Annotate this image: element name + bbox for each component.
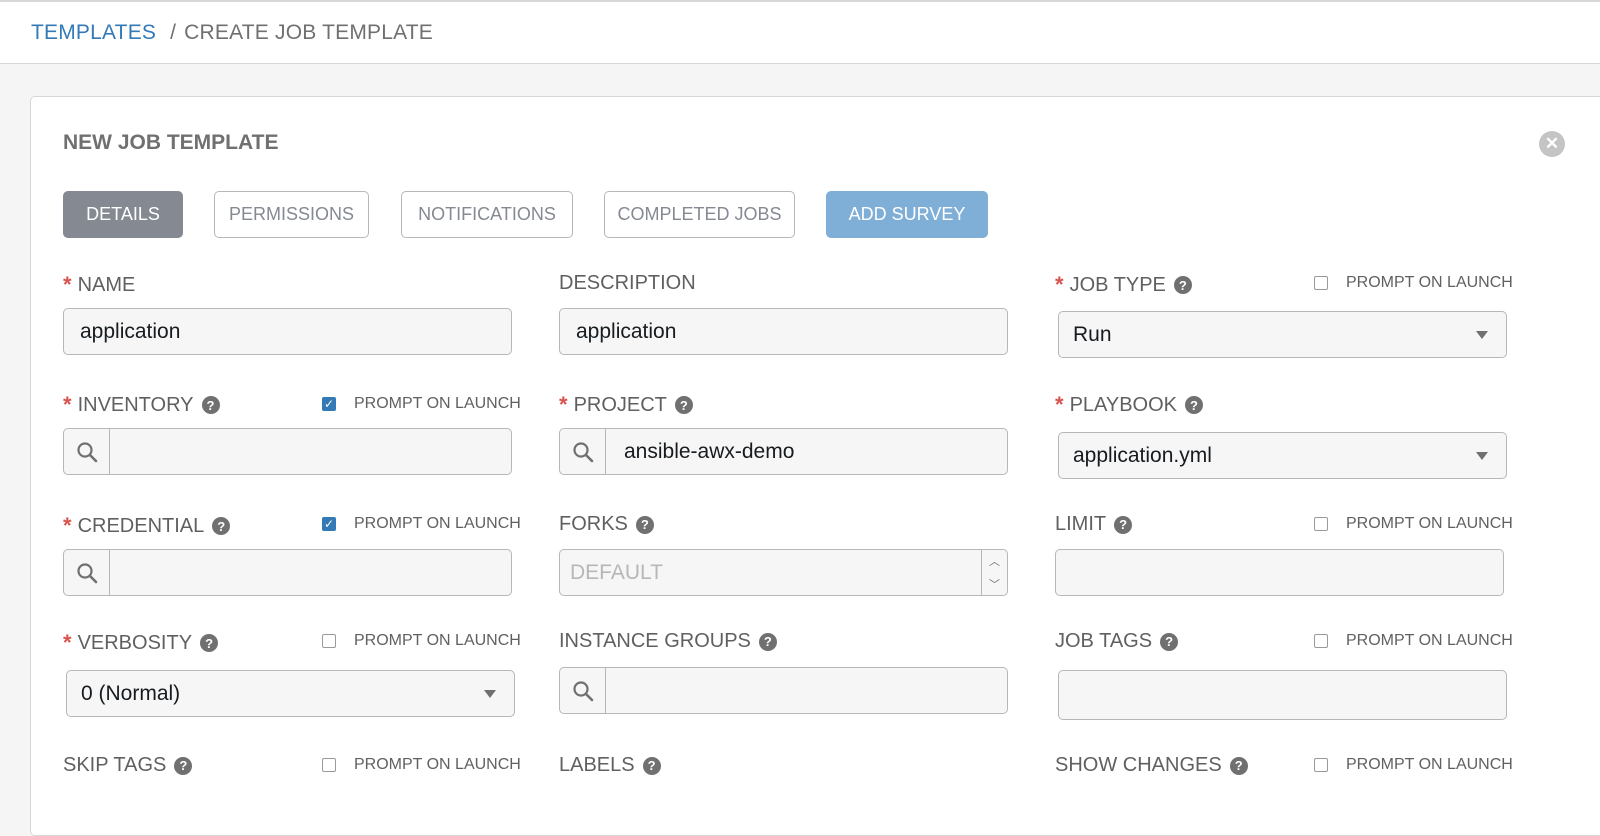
required-marker: * [63,513,72,538]
question-circle-icon[interactable]: ? [674,396,693,414]
search-icon [572,441,593,462]
question-circle-icon[interactable]: ? [642,756,661,775]
inventory-lookup[interactable] [63,428,512,475]
question-circle-icon[interactable]: ? [201,396,220,414]
labels-label: LABELS ? [559,754,661,777]
add-survey-button[interactable]: ADD SURVEY [826,191,988,238]
question-circle-icon[interactable]: ? [1160,632,1179,651]
chevron-up-icon[interactable]: ︿ [989,553,1000,569]
forks-spinner[interactable]: ︿ ﹀ [981,550,1007,595]
tab-details[interactable]: DETAILS [63,191,183,238]
limit-label: LIMIT ? [1055,513,1133,536]
required-marker: * [63,272,72,297]
verbosity-label: * VERBOSITY ? [63,630,219,656]
job-type-prompt-on-launch: PROMPT ON LAUNCH [1314,274,1513,292]
forks-label: FORKS ? [559,513,654,536]
credential-lookup[interactable] [63,549,512,596]
job-tags-prompt-on-launch: PROMPT ON LAUNCH [1314,632,1513,650]
breadcrumb: TEMPLATES / CREATE JOB TEMPLATE [0,2,1600,64]
forks-input[interactable]: DEFAULT ︿ ﹀ [559,549,1008,596]
limit-input[interactable] [1055,549,1504,596]
caret-down-icon [484,690,496,698]
playbook-label: * PLAYBOOK ? [1055,392,1204,418]
tab-permissions[interactable]: PERMISSIONS [214,191,369,238]
limit-prompt-on-launch: PROMPT ON LAUNCH [1314,515,1513,533]
instance-groups-label: INSTANCE GROUPS ? [559,630,777,653]
question-circle-icon[interactable]: ? [1173,276,1192,294]
job-type-label: * JOB TYPE ? [1055,272,1192,298]
prompt-on-launch-checkbox[interactable] [322,758,336,772]
search-button[interactable] [560,668,606,713]
breadcrumb-separator: / [170,20,177,44]
question-circle-icon[interactable]: ? [1185,396,1204,414]
search-button[interactable] [64,429,110,474]
caret-down-icon [1476,331,1488,339]
credential-prompt-on-launch: ✓ PROMPT ON LAUNCH [322,515,521,532]
question-circle-icon[interactable]: ? [212,517,231,535]
question-circle-icon[interactable]: ? [200,634,219,652]
playbook-select[interactable]: application.yml [1058,432,1507,479]
required-marker: * [63,392,72,417]
show-changes-prompt-on-launch: PROMPT ON LAUNCH [1314,756,1513,774]
skip-tags-prompt-on-launch: PROMPT ON LAUNCH [322,756,521,774]
skip-tags-label: SKIP TAGS ? [63,754,193,777]
verbosity-select[interactable]: 0 (Normal) [66,670,515,717]
caret-down-icon [1476,452,1488,460]
prompt-on-launch-checkbox[interactable] [1314,634,1328,648]
search-button[interactable] [64,550,110,595]
question-circle-icon[interactable]: ? [1229,756,1248,775]
breadcrumb-templates-link[interactable]: TEMPLATES [31,21,156,45]
description-label: DESCRIPTION [559,272,696,294]
project-label: * PROJECT ? [559,392,693,418]
project-lookup[interactable]: ansible-awx-demo [559,428,1008,475]
question-circle-icon[interactable]: ? [174,756,193,775]
search-icon [572,680,593,701]
prompt-on-launch-checkbox[interactable] [322,634,336,648]
tab-notifications[interactable]: NOTIFICATIONS [401,191,573,238]
credential-label: * CREDENTIAL ? [63,513,231,539]
chevron-down-icon[interactable]: ﹀ [989,576,1000,592]
close-icon[interactable]: ✕ [1539,131,1565,157]
search-icon [76,562,97,583]
question-circle-icon[interactable]: ? [758,632,777,651]
search-button[interactable] [560,429,606,474]
job-tags-label: JOB TAGS ? [1055,630,1179,653]
job-tags-input[interactable] [1058,670,1507,720]
required-marker: * [1055,392,1064,417]
description-input[interactable]: application [559,308,1008,355]
inventory-label: * INVENTORY ? [63,392,220,418]
verbosity-prompt-on-launch: PROMPT ON LAUNCH [322,632,521,650]
name-input[interactable]: application [63,308,512,355]
question-circle-icon[interactable]: ? [1114,515,1133,534]
show-changes-label: SHOW CHANGES ? [1055,754,1248,777]
required-marker: * [63,630,72,655]
prompt-on-launch-checkbox[interactable] [1314,276,1328,290]
breadcrumb-current: CREATE JOB TEMPLATE [184,20,434,44]
prompt-on-launch-checkbox[interactable] [1314,517,1328,531]
tab-completed-jobs[interactable]: COMPLETED JOBS [604,191,795,238]
required-marker: * [559,392,568,417]
instance-groups-lookup[interactable] [559,667,1008,714]
prompt-on-launch-checkbox[interactable] [1314,758,1328,772]
search-icon [76,441,97,462]
question-circle-icon[interactable]: ? [635,515,654,534]
job-type-select[interactable]: Run [1058,311,1507,358]
required-marker: * [1055,272,1064,297]
prompt-on-launch-checkbox[interactable]: ✓ [322,517,336,531]
panel-title: NEW JOB TEMPLATE [63,131,279,154]
inventory-prompt-on-launch: ✓ PROMPT ON LAUNCH [322,395,521,412]
prompt-on-launch-checkbox[interactable]: ✓ [322,397,336,411]
name-label: * NAME [63,272,136,297]
